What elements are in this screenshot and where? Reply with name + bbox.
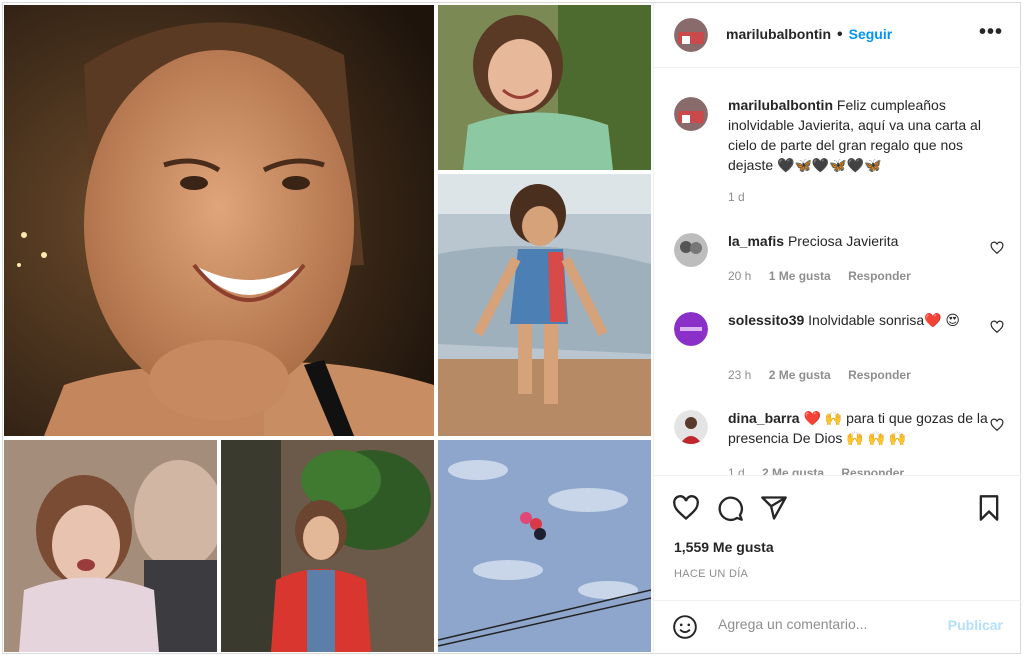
post-actions: 1,559 Me gusta HACE UN DÍA [654, 475, 1021, 601]
more-icon[interactable]: ••• [979, 21, 1003, 44]
caption-time: 1 d [728, 190, 745, 204]
post-timestamp: HACE UN DÍA [674, 568, 749, 580]
bookmark-icon[interactable] [975, 494, 1003, 522]
reply-button[interactable]: Responder [841, 466, 904, 475]
comment-body: Inolvidable sonrisa❤️ 😍 [808, 312, 961, 328]
comment-likes[interactable]: 2 Me gusta [769, 368, 831, 382]
photo-balloons-sky [438, 440, 651, 652]
photo-girl-beach [438, 174, 651, 436]
avatar[interactable] [674, 312, 708, 346]
caption-username[interactable]: marilubalbontin [728, 97, 833, 113]
avatar[interactable] [674, 410, 708, 444]
photo-woman-smiling [4, 5, 434, 436]
comments-list[interactable]: marilubalbontin Feliz cumpleaños inolvid… [654, 68, 1021, 475]
photo-child-with-grandfather [4, 440, 217, 652]
comment-meta: 23 h 2 Me gusta Responder [728, 368, 925, 382]
heart-icon[interactable] [672, 494, 700, 522]
reply-button[interactable]: Responder [848, 368, 911, 382]
separator-dot: • [837, 26, 843, 43]
share-icon[interactable] [760, 494, 788, 522]
avatar[interactable] [674, 233, 708, 267]
post-header: marilubalbontin • Seguir ••• [654, 3, 1021, 68]
photo-child-green-dress [438, 5, 651, 170]
comment-meta: 20 h 1 Me gusta Responder [728, 269, 925, 283]
comment-body: Preciosa Javierita [787, 233, 899, 249]
post-image-collage[interactable] [4, 5, 651, 652]
comment-icon[interactable] [716, 494, 744, 522]
avatar[interactable] [674, 97, 708, 131]
photo-girl-red-jacket [221, 440, 434, 652]
add-comment-bar: Publicar [654, 600, 1021, 654]
post-username[interactable]: marilubalbontin [726, 26, 831, 42]
reply-button[interactable]: Responder [848, 269, 911, 283]
comment-text: la_mafis Preciosa Javierita [728, 231, 988, 251]
caption-text: marilubalbontin Feliz cumpleaños inolvid… [728, 95, 998, 175]
comment-time: 20 h [728, 269, 752, 283]
comment-text: solessito39 Inolvidable sonrisa❤️ 😍 [728, 310, 988, 330]
list-item: la_mafis Preciosa Javierita 20 h 1 Me gu… [674, 231, 1004, 291]
comment-time: 23 h [728, 368, 752, 382]
comment-time: 1 d [728, 466, 745, 475]
heart-icon[interactable] [990, 241, 1004, 255]
post-side-panel: marilubalbontin • Seguir ••• marilubalbont… [653, 3, 1021, 653]
publish-button[interactable]: Publicar [948, 617, 1003, 633]
avatar[interactable] [674, 18, 708, 52]
likes-count[interactable]: 1,559 Me gusta [674, 539, 774, 555]
follow-button[interactable]: Seguir [849, 26, 893, 42]
heart-icon[interactable] [990, 418, 1004, 432]
comment-username[interactable]: la_mafis [728, 233, 784, 249]
list-item: dina_barra ❤️ 🙌 para ti que gozas de la … [674, 408, 1004, 475]
comment-username[interactable]: solessito39 [728, 312, 804, 328]
caption-item: marilubalbontin Feliz cumpleaños inolvid… [674, 95, 1004, 215]
emoji-icon[interactable] [672, 614, 698, 640]
comment-username[interactable]: dina_barra [728, 410, 800, 426]
comment-text: dina_barra ❤️ 🙌 para ti que gozas de la … [728, 408, 988, 448]
comment-likes[interactable]: 2 Me gusta [762, 466, 824, 475]
comment-likes[interactable]: 1 Me gusta [769, 269, 831, 283]
comment-input[interactable] [716, 615, 940, 633]
list-item: solessito39 Inolvidable sonrisa❤️ 😍 23 h… [674, 310, 1004, 390]
comment-meta: 1 d 2 Me gusta Responder [728, 466, 918, 475]
heart-icon[interactable] [990, 320, 1004, 334]
